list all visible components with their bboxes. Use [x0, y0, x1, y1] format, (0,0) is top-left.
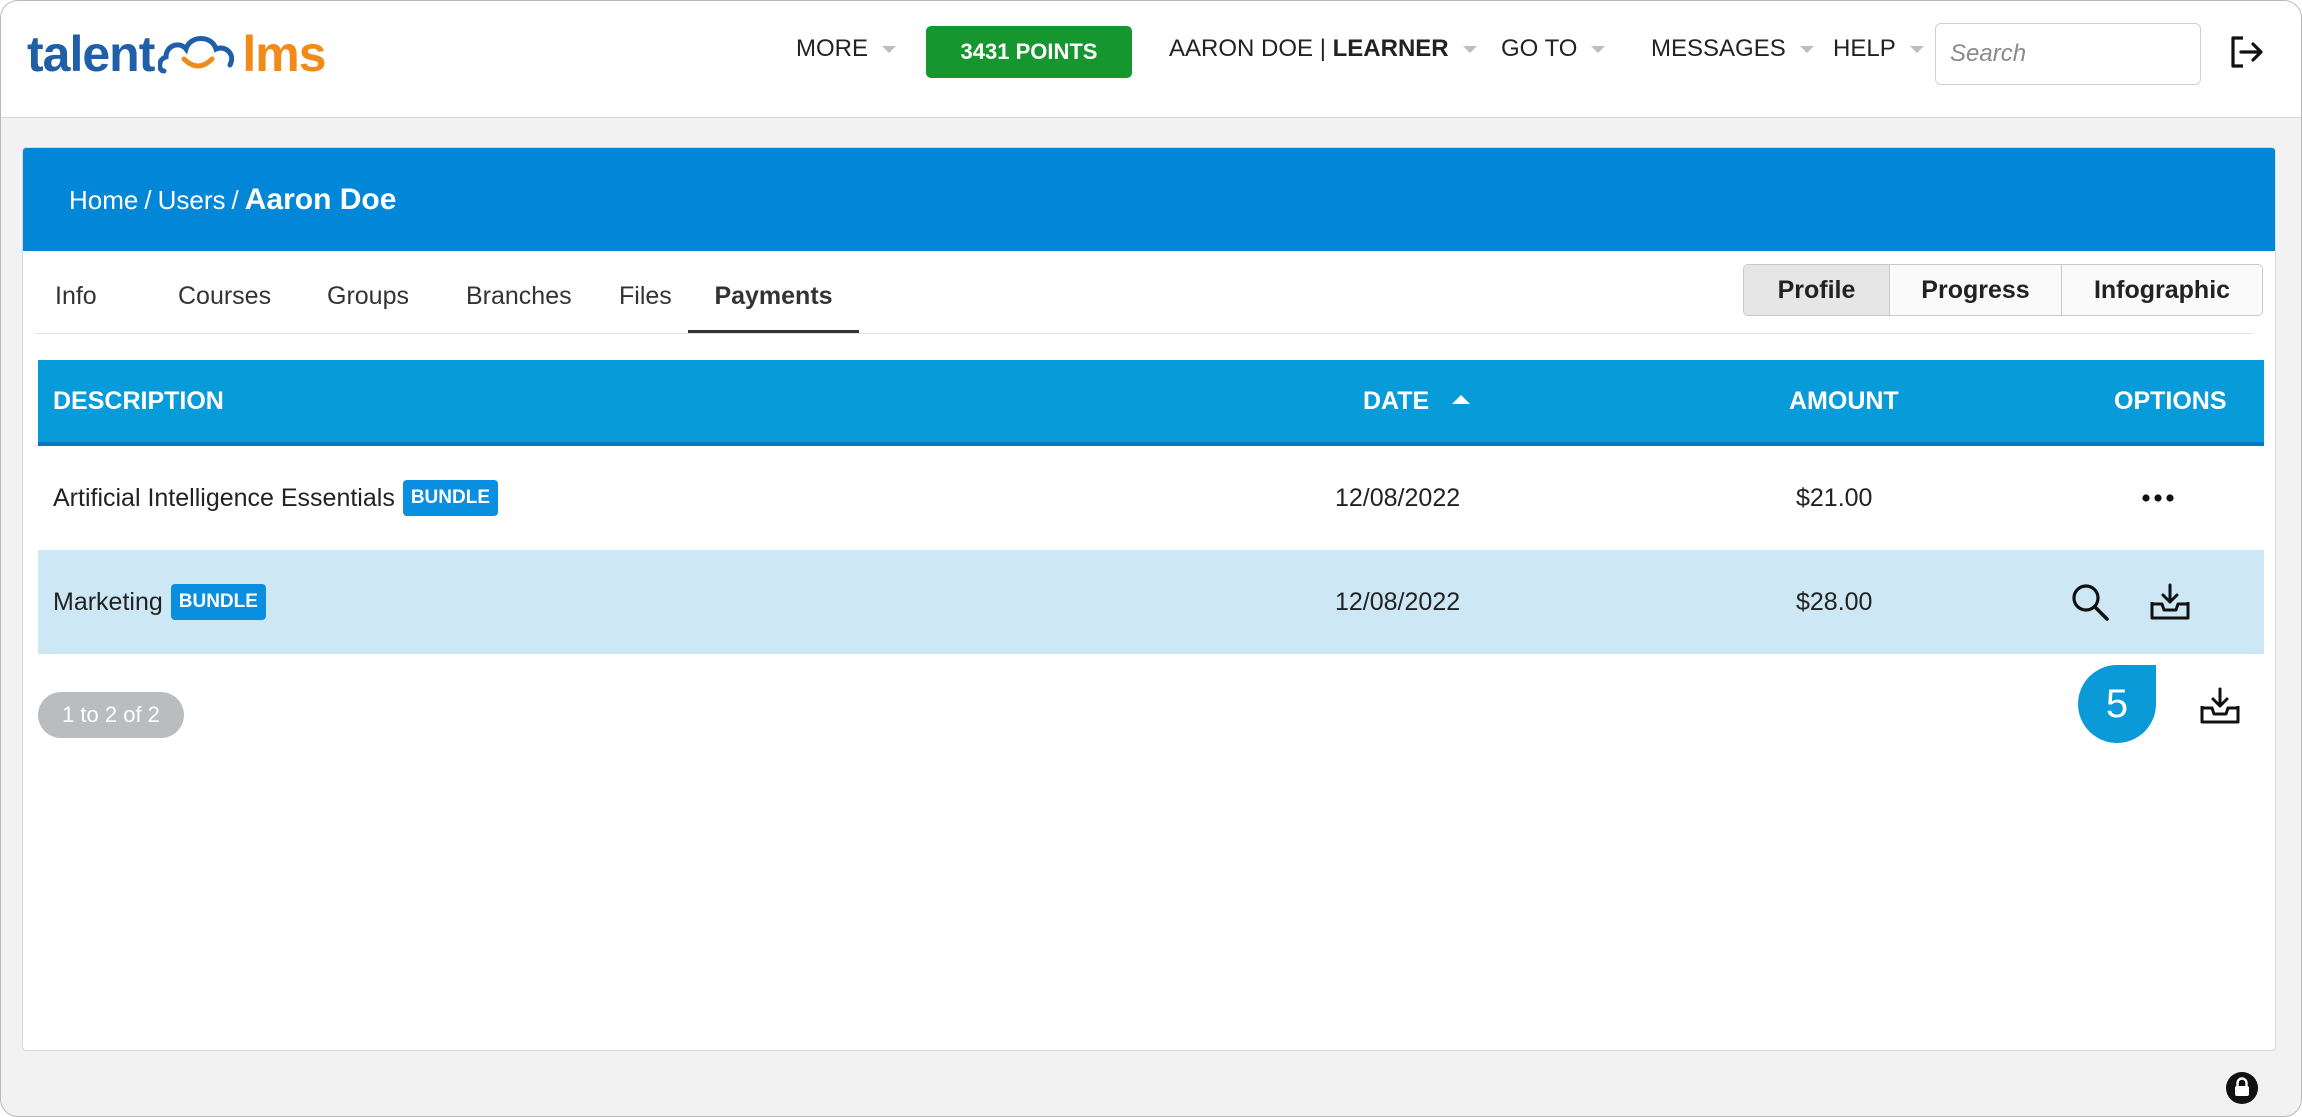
- logo-text-lms: lms: [242, 26, 326, 82]
- help-menu[interactable]: HELP: [1833, 35, 1924, 63]
- more-menu[interactable]: MORE: [796, 35, 896, 63]
- cloud-smile-icon: [158, 36, 235, 74]
- view-switcher: Profile Progress Infographic: [1743, 264, 2263, 316]
- row-actions: [2070, 550, 2192, 654]
- column-header-date-label: DATE: [1363, 387, 1430, 415]
- tab-groups[interactable]: Groups: [327, 251, 409, 333]
- export-download-icon[interactable]: [2198, 686, 2242, 726]
- column-header-options: OPTIONS: [2114, 387, 2227, 415]
- tab-courses[interactable]: Courses: [178, 251, 271, 333]
- tab-payments[interactable]: Payments: [688, 251, 859, 333]
- tab-branches[interactable]: Branches: [466, 251, 572, 333]
- column-header-amount[interactable]: AMOUNT: [1789, 360, 1899, 442]
- chevron-down-icon: [882, 45, 896, 53]
- description-cell: Artificial Intelligence Essentials BUNDL…: [53, 446, 498, 550]
- column-header-date[interactable]: DATE: [1363, 360, 1471, 442]
- tab-files[interactable]: Files: [619, 251, 672, 333]
- search-icon[interactable]: [2070, 582, 2110, 622]
- date-cell: 12/08/2022: [1335, 483, 1461, 512]
- pagination-count: 1 to 2 of 2: [38, 692, 184, 738]
- step-callout: 5: [2078, 665, 2156, 743]
- page-header-banner: Home / Users / Aaron Doe: [23, 148, 2275, 251]
- talentlms-logo[interactable]: talent lms: [27, 19, 327, 89]
- tab-info[interactable]: Info: [55, 251, 97, 333]
- chevron-down-icon: [1462, 45, 1477, 53]
- description-cell: Marketing BUNDLE: [53, 550, 266, 654]
- user-panel: Home / Users / Aaron Doe Info Courses Gr…: [22, 147, 2276, 1051]
- chevron-down-icon: [1799, 45, 1814, 53]
- breadcrumb-home[interactable]: Home: [69, 185, 138, 216]
- column-header-description[interactable]: DESCRIPTION: [53, 360, 224, 442]
- table-row[interactable]: Marketing BUNDLE 12/08/2022 $28.00: [38, 550, 2264, 654]
- amount-cell: $28.00: [1796, 587, 1873, 616]
- row-options[interactable]: [2141, 446, 2175, 550]
- user-separator: |: [1313, 35, 1333, 62]
- breadcrumb: Home / Users / Aaron Doe: [69, 183, 396, 217]
- more-menu-label: MORE: [796, 35, 868, 62]
- logo-text-talent: talent: [27, 26, 155, 82]
- messages-menu[interactable]: MESSAGES: [1651, 35, 1814, 63]
- messages-menu-label: MESSAGES: [1651, 35, 1786, 62]
- lock-icon[interactable]: [2225, 1071, 2259, 1105]
- payments-table-header: DESCRIPTION DATE AMOUNT OPTIONS: [38, 360, 2264, 446]
- user-name: AARON DOE: [1169, 35, 1314, 62]
- app-window: talent lms MORE 3431 POINTS AARON DOE | …: [0, 0, 2302, 1117]
- bundle-badge: BUNDLE: [402, 480, 498, 516]
- breadcrumb-current: Aaron Doe: [244, 182, 397, 216]
- more-options-icon[interactable]: [2141, 493, 2175, 503]
- help-menu-label: HELP: [1833, 35, 1896, 62]
- chevron-down-icon: [1591, 45, 1606, 53]
- top-bar: talent lms MORE 3431 POINTS AARON DOE | …: [1, 1, 2301, 118]
- bundle-badge: BUNDLE: [170, 584, 266, 620]
- points-badge[interactable]: 3431 POINTS: [926, 26, 1132, 78]
- download-invoice-icon[interactable]: [2148, 582, 2192, 622]
- table-row[interactable]: Artificial Intelligence Essentials BUNDL…: [38, 446, 2264, 550]
- chevron-down-icon: [1909, 45, 1924, 53]
- profile-button[interactable]: Profile: [1744, 265, 1890, 315]
- breadcrumb-users[interactable]: Users: [158, 185, 226, 216]
- infographic-button[interactable]: Infographic: [2062, 265, 2262, 315]
- user-menu[interactable]: AARON DOE | LEARNER: [1169, 35, 1477, 63]
- goto-menu[interactable]: GO TO: [1501, 35, 1606, 63]
- payment-description: Artificial Intelligence Essentials: [53, 483, 395, 512]
- logout-icon[interactable]: [2229, 35, 2265, 69]
- breadcrumb-separator: /: [144, 184, 152, 215]
- payment-description: Marketing: [53, 587, 163, 616]
- date-cell: 12/08/2022: [1335, 587, 1461, 616]
- goto-menu-label: GO TO: [1501, 35, 1578, 62]
- search-input[interactable]: [1935, 23, 2201, 85]
- sort-ascending-icon: [1452, 394, 1471, 404]
- user-role: LEARNER: [1332, 35, 1449, 62]
- amount-cell: $21.00: [1796, 483, 1873, 512]
- breadcrumb-separator: /: [231, 184, 239, 215]
- progress-button[interactable]: Progress: [1890, 265, 2062, 315]
